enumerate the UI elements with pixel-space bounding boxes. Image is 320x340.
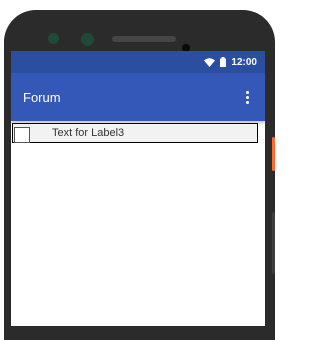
app-title: Forum [23, 89, 61, 105]
battery-icon [220, 57, 227, 67]
status-bar: 12:00 [11, 51, 265, 73]
list-item[interactable]: Text for Label3 [12, 123, 258, 143]
item-checkbox[interactable] [14, 126, 30, 143]
sensor-icon [81, 33, 94, 46]
speaker-grille [112, 36, 176, 42]
more-vert-icon[interactable] [242, 87, 253, 108]
power-button[interactable] [272, 137, 275, 171]
status-time: 12:00 [231, 56, 257, 68]
volume-button[interactable] [272, 212, 275, 274]
phone-screen: 12:00 Forum Text for Label3 [11, 51, 265, 326]
item-label: Text for Label3 [52, 127, 125, 139]
wifi-icon [204, 57, 216, 67]
app-bar: Forum [11, 73, 265, 121]
sensor-icon [48, 33, 59, 44]
